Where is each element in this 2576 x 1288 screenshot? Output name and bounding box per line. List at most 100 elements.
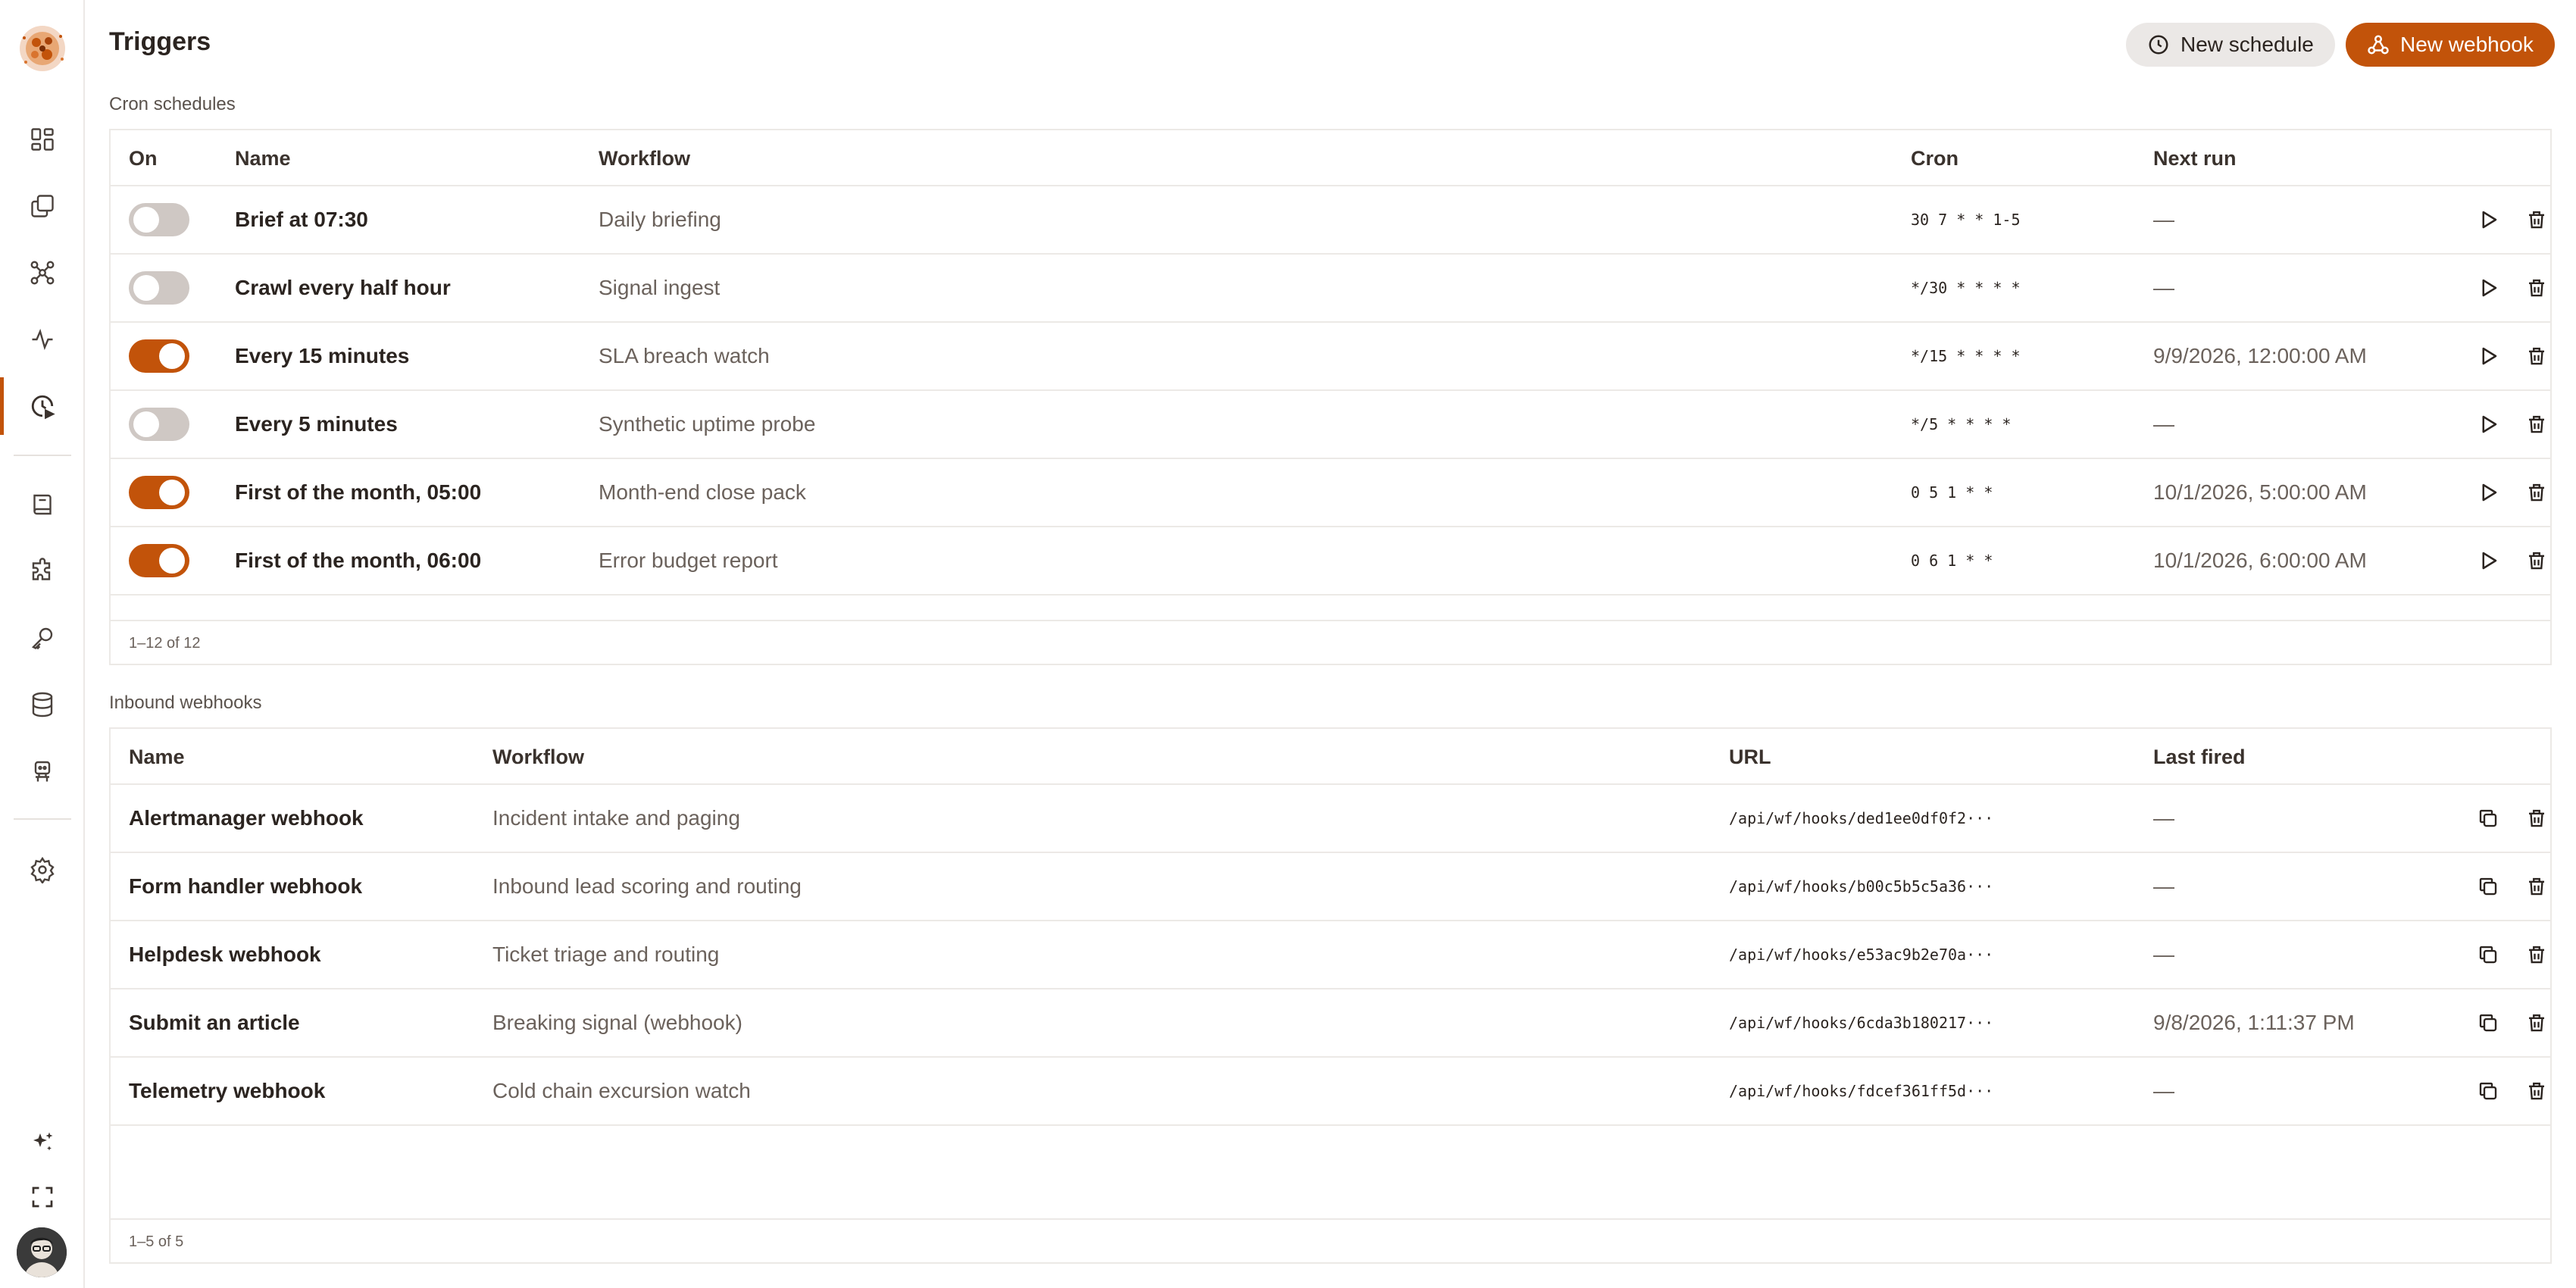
cron-expression: */15 * * * * xyxy=(1911,347,2021,365)
fullscreen-icon xyxy=(32,1186,53,1208)
nav-agents[interactable] xyxy=(0,742,85,800)
clock-trigger-icon xyxy=(31,395,55,420)
run-now-button[interactable] xyxy=(2473,273,2503,303)
trash-icon xyxy=(2529,1082,2544,1100)
nav-activity[interactable] xyxy=(0,311,85,368)
copy-url-button[interactable] xyxy=(2473,803,2503,833)
enabled-toggle[interactable] xyxy=(129,408,189,441)
new-schedule-button[interactable]: New schedule xyxy=(2126,23,2335,67)
trash-icon xyxy=(2529,415,2544,433)
nav-workflows[interactable] xyxy=(0,244,85,302)
cron-expression: */5 * * * * xyxy=(1911,415,2012,433)
table-row[interactable]: Crawl every half hour Signal ingest */30 *… xyxy=(111,255,2550,323)
delete-button[interactable] xyxy=(2521,205,2550,235)
copy-icon xyxy=(2479,809,2497,827)
webhook-icon xyxy=(2368,35,2389,55)
nav-integrations[interactable] xyxy=(0,542,85,600)
table-row[interactable]: Every 5 minutes Synthetic uptime probe */5… xyxy=(111,391,2550,459)
nav-triggers[interactable] xyxy=(0,377,85,435)
copy-url-button[interactable] xyxy=(2473,1008,2503,1038)
column-header-name[interactable]: Name xyxy=(129,729,185,785)
trash-icon xyxy=(2529,809,2544,827)
avatar[interactable] xyxy=(17,1227,67,1277)
column-header-on[interactable]: On xyxy=(129,130,158,186)
delete-button[interactable] xyxy=(2521,1008,2550,1038)
table-row[interactable]: Brief at 07:30 Daily briefing 30 7 * * 1-5… xyxy=(111,186,2550,255)
table-row[interactable]: Alertmanager webhook Incident intake and … xyxy=(111,785,2550,853)
workflow-name: Incident intake and paging xyxy=(492,806,740,830)
delete-button[interactable] xyxy=(2521,477,2550,508)
copy-url-button[interactable] xyxy=(2473,1076,2503,1106)
table-row[interactable]: First of the month, 06:00 Error budget re… xyxy=(111,527,2550,596)
table-row[interactable]: Form handler webhook Inbound lead scoring… xyxy=(111,853,2550,921)
table-row[interactable]: Telemetry webhook Cold chain excursion wa… xyxy=(111,1058,2550,1126)
delete-button[interactable] xyxy=(2521,273,2550,303)
webhooks-pager-text: 1–5 of 5 xyxy=(129,1233,184,1250)
enabled-toggle[interactable] xyxy=(129,339,189,373)
run-now-button[interactable] xyxy=(2473,205,2503,235)
delete-button[interactable] xyxy=(2521,546,2550,576)
table-row[interactable]: Helpdesk webhook Ticket triage and routin… xyxy=(111,921,2550,989)
enabled-toggle[interactable] xyxy=(129,203,189,236)
nav-divider xyxy=(14,455,71,456)
copy-url-button[interactable] xyxy=(2473,871,2503,902)
webhook-url: /api/wf/hooks/e53ac9b2e70a··· xyxy=(1729,946,1994,964)
webhook-url: /api/wf/hooks/fdcef361ff5d··· xyxy=(1729,1082,1994,1100)
schedule-name: Every 15 minutes xyxy=(235,344,410,367)
run-now-button[interactable] xyxy=(2473,477,2503,508)
cron-expression: 0 5 1 * * xyxy=(1911,483,1993,502)
column-header-cron[interactable]: Cron xyxy=(1911,130,1959,186)
nav-files[interactable] xyxy=(0,177,85,235)
workflow-name: Signal ingest xyxy=(599,276,721,299)
delete-button[interactable] xyxy=(2521,341,2550,371)
app-logo[interactable] xyxy=(14,20,71,77)
trash-icon xyxy=(2529,211,2544,229)
next-run: 9/9/2026, 12:00:00 AM xyxy=(2153,344,2367,367)
table-row[interactable]: Submit an article Breaking signal (webhoo… xyxy=(111,989,2550,1058)
nav-dashboard[interactable] xyxy=(0,111,85,168)
delete-button[interactable] xyxy=(2521,871,2550,902)
activity-icon xyxy=(32,328,53,351)
run-now-button[interactable] xyxy=(2473,546,2503,576)
column-header-next-run[interactable]: Next run xyxy=(2153,130,2237,186)
database-icon xyxy=(32,692,53,717)
webhooks-section-label: Inbound webhooks xyxy=(109,692,262,713)
delete-button[interactable] xyxy=(2521,1076,2550,1106)
trash-icon xyxy=(2529,877,2544,896)
toggle-knob xyxy=(133,411,159,437)
files-icon xyxy=(31,195,54,217)
nav-fullscreen[interactable] xyxy=(0,1168,85,1226)
nav-docs[interactable] xyxy=(0,476,85,533)
schedule-name: Brief at 07:30 xyxy=(235,208,368,231)
nav-settings[interactable] xyxy=(0,841,85,899)
enabled-toggle[interactable] xyxy=(129,476,189,509)
delete-button[interactable] xyxy=(2521,939,2550,970)
nav-keys[interactable] xyxy=(0,609,85,667)
table-row[interactable]: Every 15 minutes SLA breach watch */15 * *… xyxy=(111,323,2550,391)
column-header-last-fired[interactable]: Last fired xyxy=(2153,729,2246,785)
cron-table: On Name Workflow Cron Next run Brief at … xyxy=(109,129,2552,665)
workflow-name: Month-end close pack xyxy=(599,480,806,504)
table-header: Name Workflow URL Last fired xyxy=(111,729,2550,785)
run-now-button[interactable] xyxy=(2473,409,2503,439)
new-webhook-button[interactable]: New webhook xyxy=(2346,23,2555,67)
nav-data[interactable] xyxy=(0,676,85,733)
column-header-name[interactable]: Name xyxy=(235,130,291,186)
nav-assistant[interactable] xyxy=(0,1114,85,1171)
column-header-url[interactable]: URL xyxy=(1729,729,1771,785)
column-header-workflow[interactable]: Workflow xyxy=(599,130,690,186)
table-row[interactable]: First of the month, 05:00 Month-end close… xyxy=(111,459,2550,527)
last-fired: 9/8/2026, 1:11:37 PM xyxy=(2153,1011,2355,1034)
trash-icon xyxy=(2529,347,2544,365)
enabled-toggle[interactable] xyxy=(129,544,189,577)
run-now-button[interactable] xyxy=(2473,341,2503,371)
copy-url-button[interactable] xyxy=(2473,939,2503,970)
play-icon xyxy=(2482,279,2497,297)
toggle-knob xyxy=(159,480,185,505)
workflow-name: Inbound lead scoring and routing xyxy=(492,874,802,898)
webhook-url: /api/wf/hooks/b00c5b5c5a36··· xyxy=(1729,877,1994,896)
enabled-toggle[interactable] xyxy=(129,271,189,305)
delete-button[interactable] xyxy=(2521,409,2550,439)
column-header-workflow[interactable]: Workflow xyxy=(492,729,584,785)
delete-button[interactable] xyxy=(2521,803,2550,833)
